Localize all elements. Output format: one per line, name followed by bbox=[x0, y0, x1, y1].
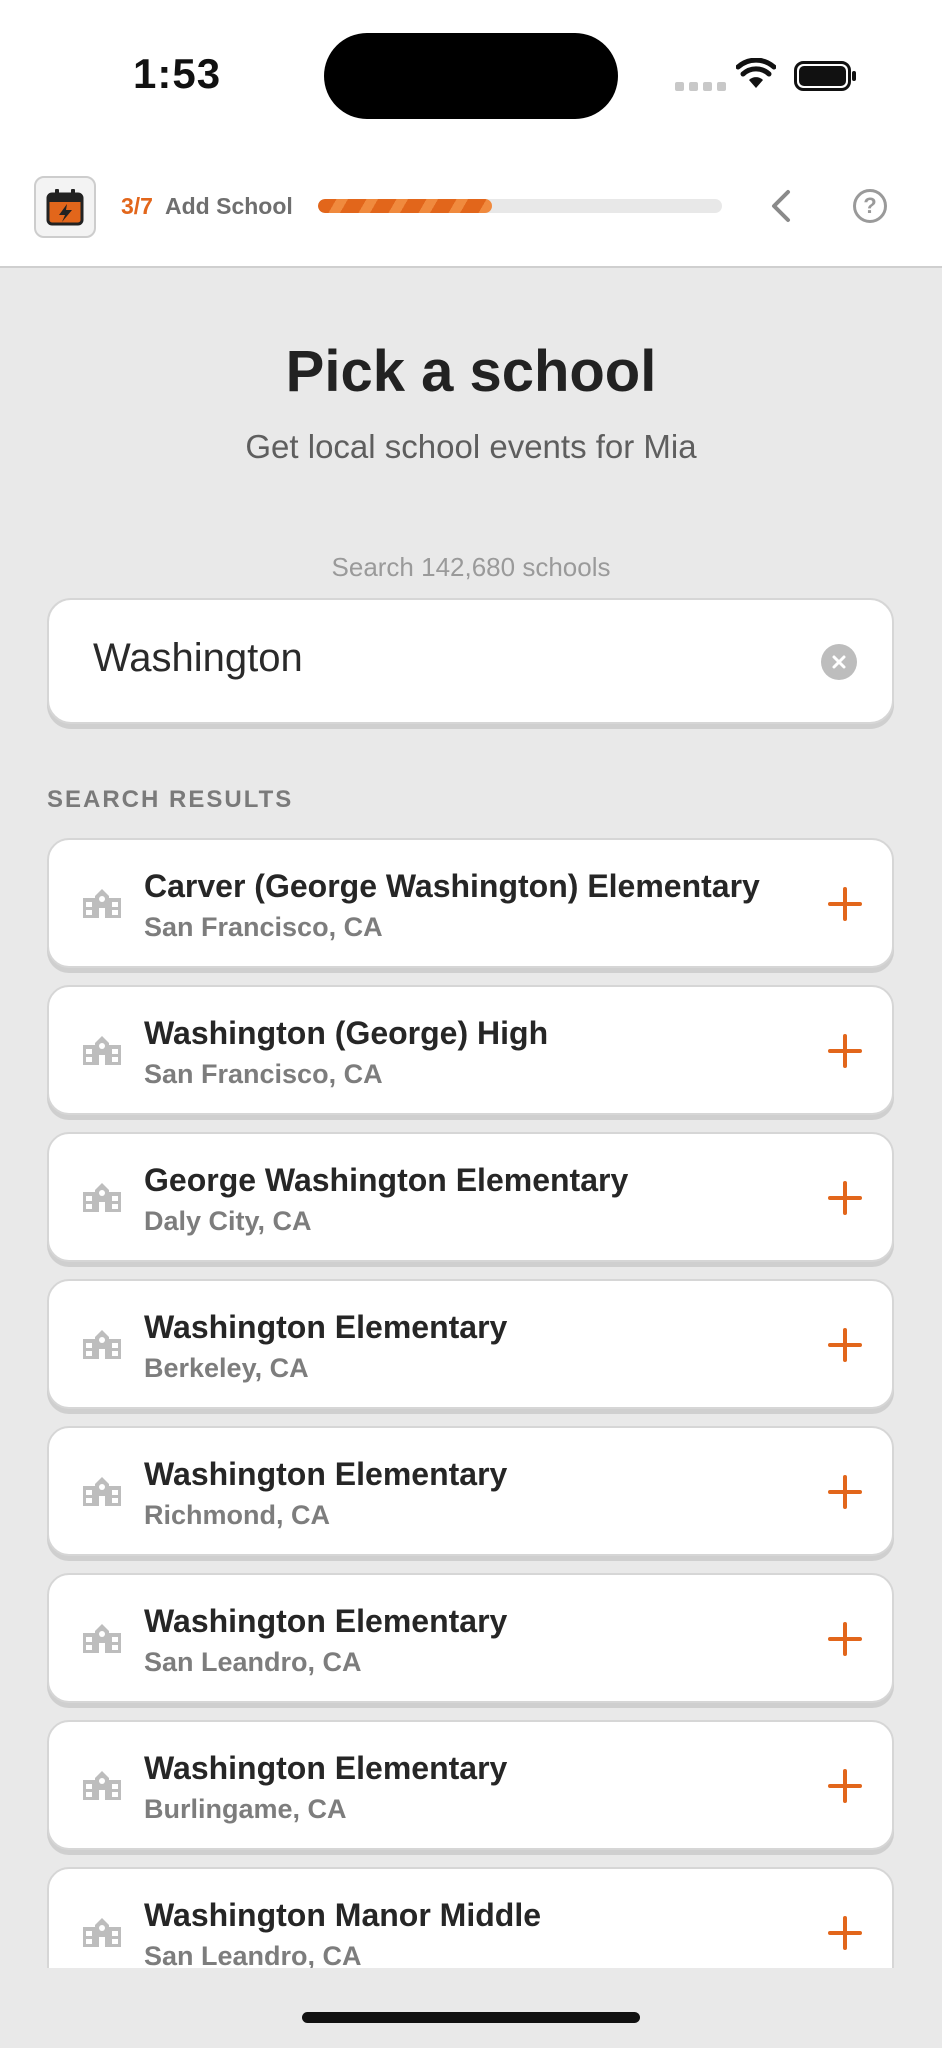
results-list[interactable]: Carver (George Washington) Elementary San… bbox=[0, 838, 942, 1968]
school-result-card[interactable]: Washington Elementary Berkeley, CA bbox=[47, 1279, 894, 1409]
add-school-button[interactable] bbox=[827, 1327, 863, 1363]
battery-icon bbox=[794, 61, 856, 91]
add-school-button[interactable] bbox=[827, 1621, 863, 1657]
home-indicator bbox=[302, 2012, 640, 2023]
wifi-icon bbox=[736, 58, 776, 88]
chevron-left-icon[interactable] bbox=[766, 186, 796, 226]
step-title: Add School bbox=[165, 193, 293, 219]
school-building-icon bbox=[81, 1180, 123, 1219]
page-subtitle: Get local school events for Mia bbox=[245, 428, 697, 465]
school-building-icon bbox=[83, 1036, 121, 1065]
school-building-icon bbox=[81, 1768, 123, 1807]
school-building-icon bbox=[83, 1624, 121, 1653]
add-school-button[interactable] bbox=[827, 1180, 863, 1216]
plus-icon bbox=[828, 1916, 862, 1950]
school-building-icon bbox=[83, 1477, 121, 1506]
school-name: Washington Elementary bbox=[144, 1603, 508, 1639]
close-icon bbox=[832, 655, 846, 669]
school-result-card[interactable]: Carver (George Washington) Elementary San… bbox=[47, 838, 894, 968]
school-building-icon bbox=[83, 889, 121, 918]
clear-search-button[interactable] bbox=[821, 644, 857, 680]
plus-icon bbox=[828, 1769, 862, 1803]
school-name: Washington Elementary bbox=[144, 1456, 508, 1492]
school-result-card[interactable]: Washington (George) High San Francisco, C… bbox=[47, 985, 894, 1115]
school-building-icon bbox=[81, 886, 123, 925]
help-icon[interactable]: ? bbox=[853, 189, 887, 223]
step-counter: 3/7 bbox=[121, 193, 153, 219]
school-name: Carver (George Washington) Elementary bbox=[144, 868, 760, 904]
add-school-button[interactable] bbox=[827, 1915, 863, 1951]
top-bar: 1:53 3/7 Add School ? bbox=[0, 0, 942, 268]
school-result-card[interactable]: Washington Manor Middle San Leandro, CA bbox=[47, 1867, 894, 1968]
school-location: San Francisco, CA bbox=[144, 912, 383, 942]
school-result-card[interactable]: George Washington Elementary Daly City, C… bbox=[47, 1132, 894, 1262]
school-name: George Washington Elementary bbox=[144, 1162, 629, 1198]
search-caption: Search 142,680 schools bbox=[331, 552, 611, 582]
school-location: Richmond, CA bbox=[144, 1500, 330, 1530]
school-location: Daly City, CA bbox=[144, 1206, 312, 1236]
plus-icon bbox=[828, 1328, 862, 1362]
plus-icon bbox=[828, 1034, 862, 1068]
school-building-icon bbox=[83, 1918, 121, 1947]
school-location: Burlingame, CA bbox=[144, 1794, 347, 1824]
plus-icon bbox=[828, 887, 862, 921]
school-result-card[interactable]: Washington Elementary San Leandro, CA bbox=[47, 1573, 894, 1703]
school-location: San Leandro, CA bbox=[144, 1647, 362, 1677]
progress-bar bbox=[318, 199, 722, 213]
school-location: San Francisco, CA bbox=[144, 1059, 383, 1089]
school-name: Washington (George) High bbox=[144, 1015, 549, 1051]
school-building-icon bbox=[83, 1330, 121, 1359]
school-name: Washington Elementary bbox=[144, 1750, 508, 1786]
add-school-button[interactable] bbox=[827, 1033, 863, 1069]
school-name: Washington Elementary bbox=[144, 1309, 508, 1345]
add-school-button[interactable] bbox=[827, 886, 863, 922]
school-building-icon bbox=[81, 1033, 123, 1072]
plus-icon bbox=[828, 1181, 862, 1215]
school-building-icon bbox=[81, 1474, 123, 1513]
calendar-bolt-icon bbox=[46, 189, 84, 226]
school-building-icon bbox=[81, 1327, 123, 1366]
add-school-button[interactable] bbox=[827, 1768, 863, 1804]
search-input[interactable] bbox=[93, 636, 743, 681]
search-box bbox=[47, 598, 894, 724]
school-result-card[interactable]: Washington Elementary Burlingame, CA bbox=[47, 1720, 894, 1850]
school-location: San Leandro, CA bbox=[144, 1941, 362, 1968]
help-glyph: ? bbox=[863, 193, 877, 218]
app-calendar-icon[interactable] bbox=[34, 176, 96, 238]
dynamic-island bbox=[324, 33, 618, 119]
school-location: Berkeley, CA bbox=[144, 1353, 309, 1383]
add-school-button[interactable] bbox=[827, 1474, 863, 1510]
school-name: Washington Manor Middle bbox=[144, 1897, 541, 1933]
school-result-card[interactable]: Washington Elementary Richmond, CA bbox=[47, 1426, 894, 1556]
plus-icon bbox=[828, 1475, 862, 1509]
cellular-signal-icon bbox=[675, 82, 726, 91]
school-building-icon bbox=[83, 1183, 121, 1212]
results-header: SEARCH RESULTS bbox=[47, 786, 294, 813]
school-building-icon bbox=[83, 1771, 121, 1800]
school-building-icon bbox=[81, 1915, 123, 1954]
school-building-icon bbox=[81, 1621, 123, 1660]
progress-bar-fill bbox=[318, 199, 492, 213]
plus-icon bbox=[828, 1622, 862, 1656]
page-title: Pick a school bbox=[285, 339, 657, 404]
status-time: 1:53 bbox=[133, 50, 222, 97]
